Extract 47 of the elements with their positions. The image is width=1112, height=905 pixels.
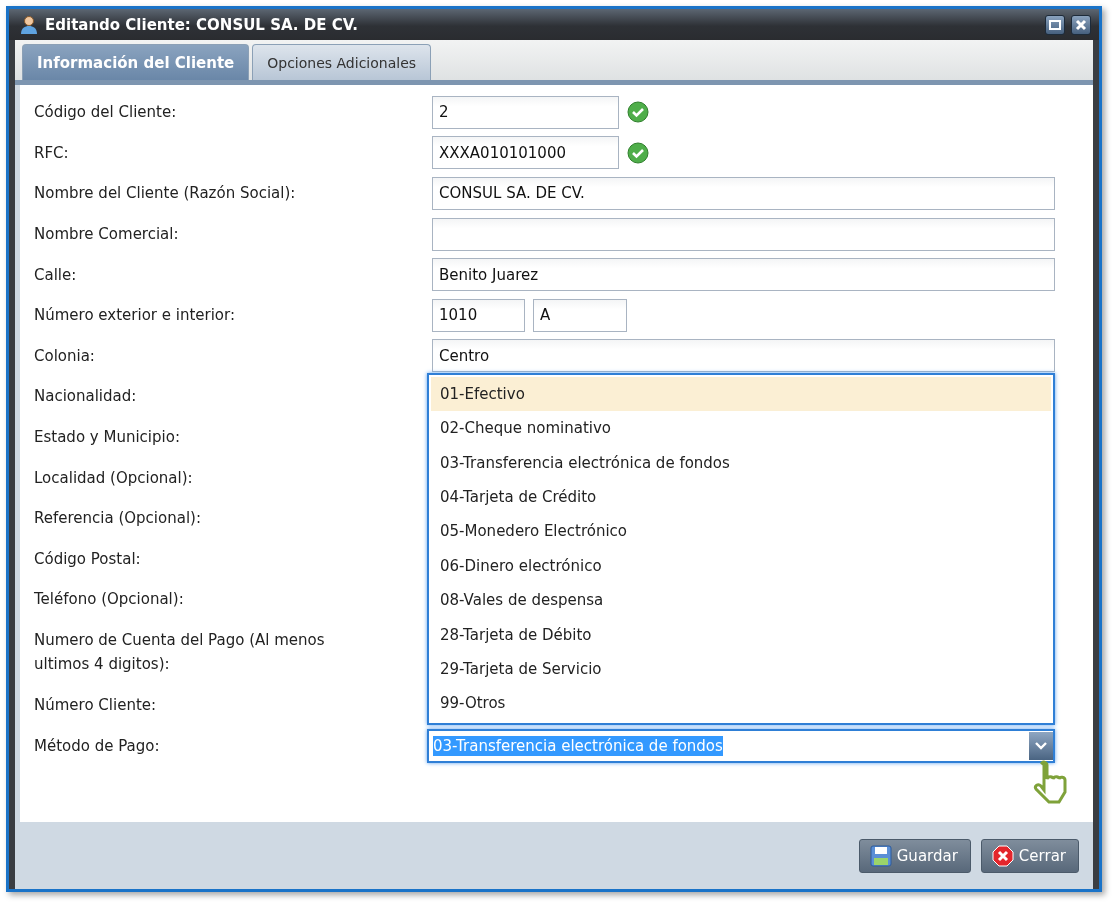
field-label: Nombre del Cliente (Razón Social):: [34, 183, 297, 205]
save-button[interactable]: Guardar: [858, 838, 971, 873]
text-field[interactable]: XXXA010101000: [432, 136, 619, 170]
text-field[interactable]: CONSUL SA. DE CV.: [432, 177, 1055, 210]
field-label: Código del Cliente:: [34, 102, 178, 124]
dropdown-option[interactable]: 05-Monedero Electrónico: [431, 514, 1051, 549]
dropdown-option[interactable]: 02-Cheque nominativo: [431, 411, 1051, 446]
text-field[interactable]: Benito Juarez: [432, 258, 1055, 292]
field-label: Localidad (Opcional):: [34, 467, 194, 489]
text-field[interactable]: [432, 217, 1055, 251]
dropdown-option[interactable]: 04-Tarjeta de Crédito: [431, 479, 1051, 515]
dropdown-option[interactable]: 01-Efectivo: [431, 376, 1051, 412]
close-icon: [991, 844, 1014, 867]
caret-down-icon: [1035, 741, 1047, 750]
text-field[interactable]: 2: [432, 95, 619, 129]
field-label: Teléfono (Opcional):: [34, 589, 185, 611]
dropdown-option[interactable]: 08-Vales de despensa: [431, 583, 1051, 618]
field-label: RFC:: [34, 142, 70, 164]
field-label: Estado y Municipio:: [34, 427, 181, 449]
dropdown-option[interactable]: 03-Transferencia electrónica de fondos: [431, 445, 1051, 480]
field-label: Numero de Cuenta del Pago (Al menos ultimos 4 digitos):: [34, 630, 326, 676]
field-label: Referencia (Opcional):: [34, 508, 202, 530]
field-label: Calle:: [34, 264, 78, 286]
field-label: Código Postal:: [34, 548, 142, 570]
close-button[interactable]: [1071, 14, 1091, 35]
user-icon: [19, 14, 39, 35]
close-dialog-button[interactable]: Cerrar: [980, 838, 1079, 873]
dropdown-option[interactable]: 29-Tarjeta de Servicio: [431, 651, 1051, 687]
field-label: Colonia:: [34, 345, 96, 367]
close-icon: [1075, 18, 1087, 31]
field-label: Número exterior e interior:: [34, 305, 236, 327]
tab[interactable]: Opciones Adicionales: [252, 44, 432, 80]
field-label: Número Cliente:: [34, 695, 158, 716]
text-field[interactable]: A: [533, 298, 627, 332]
field-label: Nombre Comercial:: [34, 224, 180, 246]
dropdown-option[interactable]: 06-Dinero electrónico: [431, 548, 1051, 584]
field-label: Nacionalidad:: [34, 386, 138, 408]
window-title: Editando Cliente: CONSUL SA. DE CV.: [45, 15, 360, 34]
restore-icon: [1049, 19, 1061, 30]
dropdown-caret-button[interactable]: [1029, 731, 1053, 760]
text-field[interactable]: Centro: [432, 339, 1055, 373]
dropdown-value: 03-Transferencia electrónica de fondos: [433, 735, 723, 756]
dropdown-option[interactable]: 28-Tarjeta de Débito: [431, 617, 1051, 652]
text-field[interactable]: 1010: [432, 298, 525, 332]
field-label: Método de Pago:: [34, 735, 161, 757]
restore-button[interactable]: [1045, 14, 1065, 35]
dropdown-option[interactable]: 99-Otros: [431, 686, 1051, 721]
